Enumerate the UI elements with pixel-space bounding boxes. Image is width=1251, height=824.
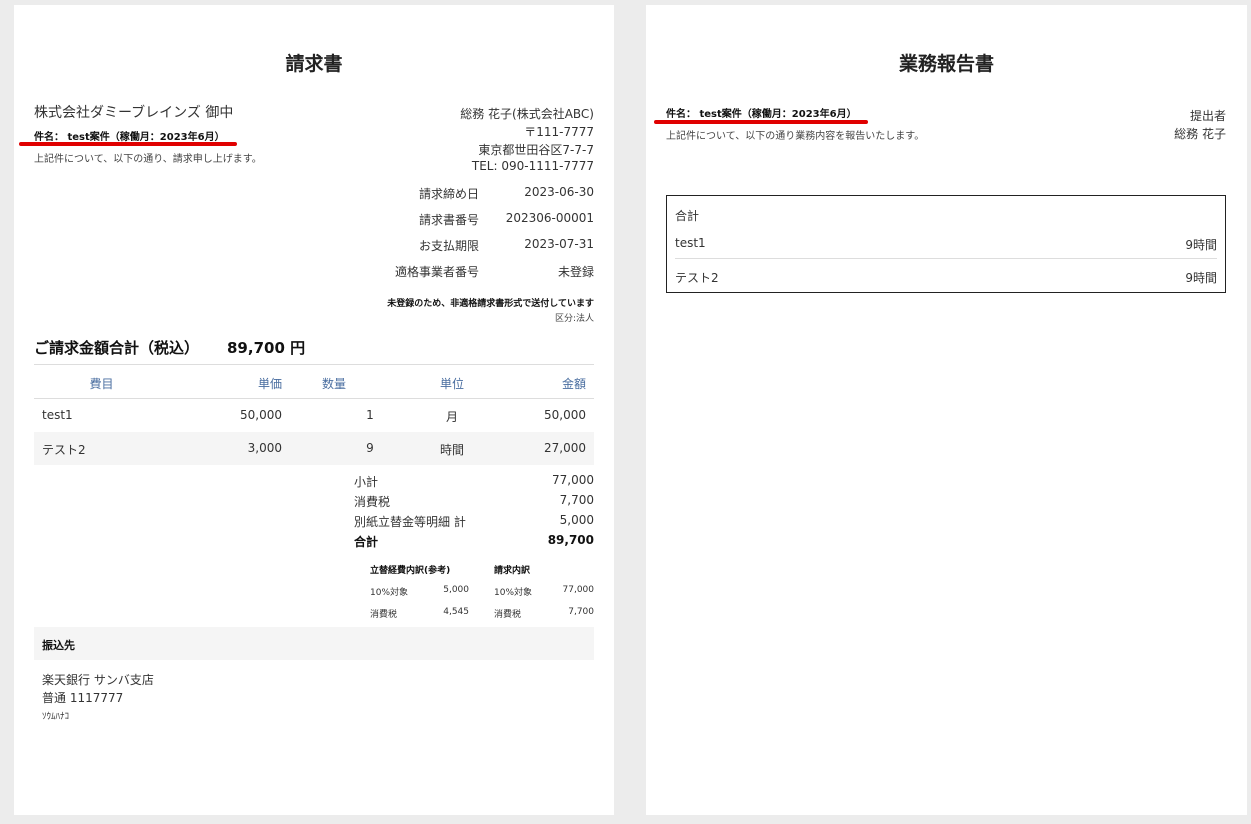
bank-heading-background (34, 627, 594, 660)
report-intro: 上記件について、以下の通り業務内容を報告いたします。 (666, 131, 925, 142)
row-item: test1 (42, 408, 73, 422)
issuer-address: 東京都世田谷区7-7-7 (478, 143, 594, 157)
col-header-unit: 単位 (439, 377, 464, 391)
invoice-intro: 上記件について、以下の通り、請求申し上げます。 (34, 154, 262, 165)
issuer-postal: 〒111-7777 (524, 125, 594, 139)
summary-label: 小計 (354, 475, 379, 489)
bank-heading: 振込先 (42, 639, 75, 652)
invoice-subject: 件名： test案件（稼働月：2023年6月） (34, 132, 225, 143)
expense-breakdown-title: 立替経費内訳(参考) (370, 566, 451, 576)
col-header-qty: 数量 (321, 377, 346, 391)
meta-label: 請求締め日 (418, 187, 479, 201)
total-value: 89,700 円 (227, 339, 306, 357)
table-header-border (34, 398, 594, 399)
issuer-tel: TEL: 090-1111-7777 (471, 159, 594, 173)
summary-label: 消費税 (354, 495, 391, 509)
breakdown-label: 10%対象 (370, 588, 409, 598)
invoice-page: 請求書 株式会社ダミーブレインズ 御中 件名： test案件（稼働月：2023年… (14, 5, 614, 815)
breakdown-label: 消費税 (370, 610, 398, 620)
meta-label: 適格事業者番号 (394, 265, 479, 279)
meta-value: 未登録 (557, 265, 594, 279)
non-qualified-notice: 未登録のため、非適格請求書形式で送付しています (387, 299, 594, 309)
col-header-item: 費目 (89, 377, 114, 391)
row-qty: 1 (366, 408, 374, 422)
table-top-border (34, 364, 594, 365)
report-page: 業務報告書 件名： test案件（稼働月：2023年6月） 上記件について、以下… (646, 5, 1247, 815)
hours-row-value: 9時間 (1185, 238, 1217, 252)
hours-row-name: テスト2 (675, 271, 719, 285)
col-header-unit-price: 単価 (257, 377, 282, 391)
col-header-amount: 金額 (561, 377, 586, 391)
box-title: 合計 (675, 209, 700, 223)
submitter-name: 総務 花子 (1174, 127, 1226, 141)
bank-account: 普通 1117777 (42, 691, 124, 705)
hours-summary-box: 合計 test1 9時間 テスト2 9時間 (666, 195, 1226, 293)
row-amount: 27,000 (544, 441, 586, 455)
breakdown-value: 5,000 (443, 585, 469, 595)
breakdown-value: 7,700 (568, 607, 594, 617)
row-unit: 月 (445, 410, 458, 424)
total-label: ご請求金額合計（税込） (34, 339, 200, 357)
billing-breakdown-title: 請求内訳 (494, 566, 531, 576)
breakdown-value: 77,000 (562, 585, 595, 595)
row-unit-price: 50,000 (240, 408, 282, 422)
submitter-label: 提出者 (1189, 109, 1226, 123)
row-unit-price: 3,000 (247, 441, 282, 455)
bank-name: 楽天銀行 サンバ支店 (42, 673, 154, 687)
issuer-name: 総務 花子(株式会社ABC) (460, 107, 594, 121)
breakdown-label: 10%対象 (494, 588, 533, 598)
meta-value: 2023-07-31 (524, 237, 594, 251)
summary-value: 77,000 (552, 473, 594, 487)
category-label: 区分:法人 (554, 314, 594, 324)
report-subject: 件名： test案件（稼働月：2023年6月） (666, 109, 857, 120)
report-title: 業務報告書 (898, 53, 994, 75)
invoice-title: 請求書 (285, 53, 343, 75)
meta-value: 2023-06-30 (524, 185, 594, 199)
client-name: 株式会社ダミーブレインズ 御中 (34, 105, 234, 121)
breakdown-value: 4,545 (443, 607, 469, 617)
subject-underline (19, 142, 237, 146)
row-amount: 50,000 (544, 408, 586, 422)
summary-value: 7,700 (559, 493, 594, 507)
row-unit: 時間 (439, 443, 464, 457)
row-qty: 9 (366, 441, 374, 455)
summary-total-label: 合計 (354, 535, 379, 549)
meta-value: 202306-00001 (505, 211, 594, 225)
subject-underline (654, 120, 868, 124)
summary-label: 別紙立替金等明細 計 (354, 515, 466, 529)
row-divider (675, 258, 1217, 259)
hours-row-value: 9時間 (1185, 271, 1217, 285)
bank-holder: ｿｳﾑﾊﾅｺ (42, 712, 70, 722)
meta-label: 請求書番号 (418, 213, 479, 227)
breakdown-label: 消費税 (494, 610, 522, 620)
table-row-background (34, 432, 594, 465)
summary-total-value: 89,700 (547, 533, 594, 547)
row-item: テスト2 (42, 443, 86, 457)
hours-row-name: test1 (675, 236, 706, 250)
summary-value: 5,000 (559, 513, 594, 527)
meta-label: お支払期限 (418, 239, 479, 253)
